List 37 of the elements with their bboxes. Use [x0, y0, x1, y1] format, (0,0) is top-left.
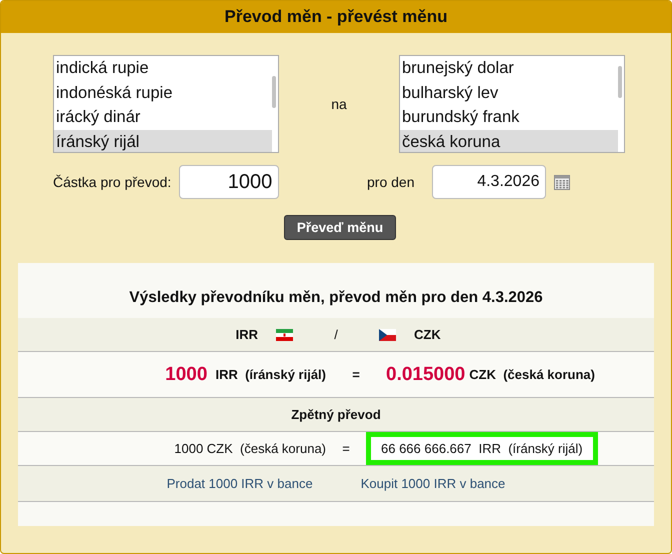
amount-label: Částka pro převod:: [53, 174, 172, 190]
reverse-result: 66 666 666.667 IRR (íránský rijál): [366, 432, 598, 465]
currency-label: IRR (íránský rijál): [215, 367, 326, 382]
list-option[interactable]: brunejský dolar: [400, 56, 624, 80]
list-option[interactable]: česká koruna: [400, 130, 618, 152]
list-option[interactable]: indonéská rupie: [54, 80, 278, 105]
date-label: pro den: [367, 174, 414, 190]
currency-code: IRR: [236, 327, 258, 342]
amount-value: 1000: [165, 364, 208, 386]
bank-link[interactable]: Koupit 1000 IRR v bance: [360, 476, 506, 491]
connector-label: na: [331, 96, 347, 112]
currency-list[interactable]: brunejský dolar bulharský lev burundský frank česká koruna: [399, 55, 625, 153]
equals-sign: =: [342, 441, 350, 456]
currency-code: CZK: [414, 327, 441, 342]
reverse-amount: 1000 CZK (česká koruna): [174, 441, 326, 456]
flag-icon: [276, 328, 293, 340]
currency-label: CZK (česká koruna): [469, 367, 595, 382]
list-option[interactable]: íránský rijál: [54, 130, 272, 152]
equals-sign: =: [352, 367, 360, 382]
bank-link[interactable]: Prodat 1000 IRR v bance: [166, 476, 313, 491]
list-option[interactable]: indická rupie: [54, 56, 278, 80]
calendar-icon[interactable]: [554, 174, 570, 190]
list-option[interactable]: burundský frank: [400, 105, 624, 130]
section-title: Zpětný převod: [291, 407, 381, 422]
currency-list[interactable]: indická rupie indonéská rupie irácký dinár íránský rijál: [53, 55, 279, 153]
results-title: Výsledky převodníku měn, převod měn pro den 4.3.2026: [129, 289, 543, 306]
list-option[interactable]: bulharský lev: [400, 80, 624, 105]
separator: /: [334, 327, 338, 342]
window-title: Převod měn - převést měnu: [1, 1, 671, 33]
convert-button[interactable]: Převeď měnu: [284, 215, 396, 240]
scrollbar-thumb[interactable]: [618, 66, 622, 98]
date-field[interactable]: 4.3.2026: [432, 165, 546, 199]
flag-icon: [379, 328, 396, 340]
amount-field[interactable]: 1000: [179, 165, 280, 199]
list-option[interactable]: irácký dinár: [54, 105, 278, 130]
result-value: 0.015000: [386, 364, 466, 386]
scrollbar-thumb[interactable]: [272, 76, 276, 108]
